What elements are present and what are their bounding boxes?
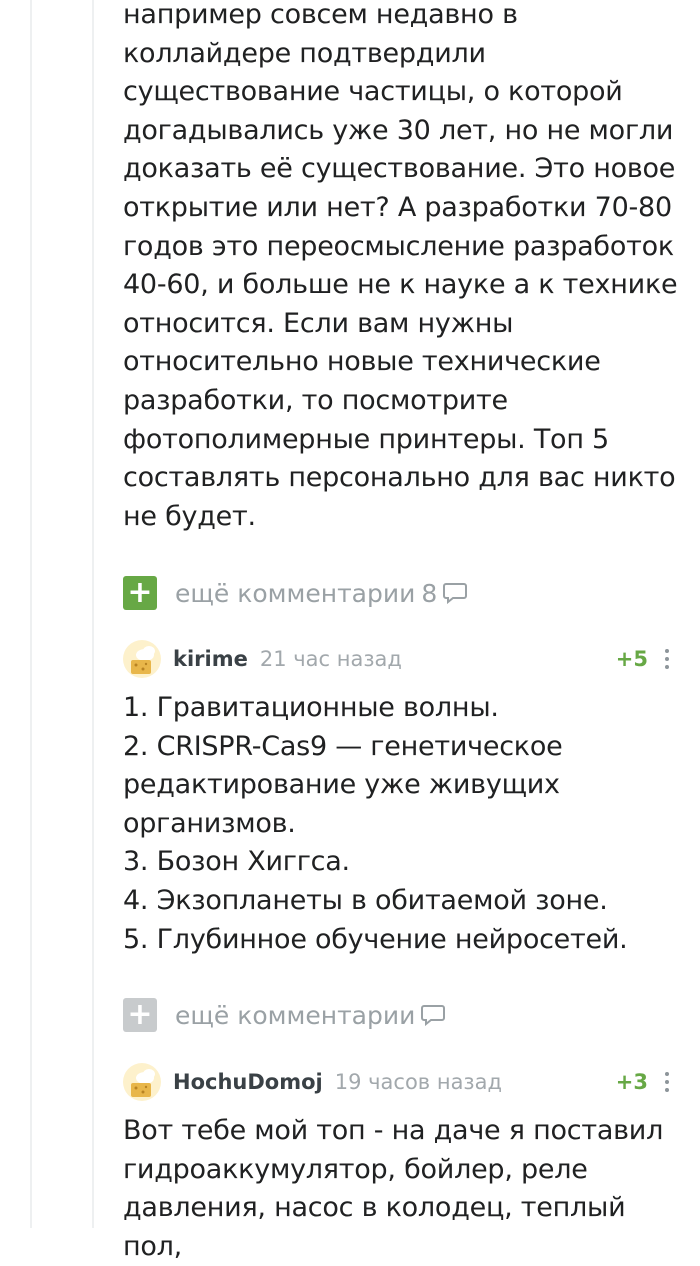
- comment-header: kirime 21 час назад +5: [123, 639, 670, 679]
- user-avatar[interactable]: [123, 1063, 161, 1101]
- comment-time: 19 часов назад: [334, 1070, 502, 1094]
- comment-body: например совсем недавно в коллайдере под…: [123, 0, 678, 532]
- more-comments-link[interactable]: ещё комментарии: [175, 1000, 446, 1030]
- comment-time: 21 час назад: [259, 647, 402, 671]
- thread-line-outer: [30, 0, 32, 1228]
- more-comments-label: ещё комментарии: [175, 1000, 416, 1030]
- more-comments-label: ещё комментарии: [175, 578, 416, 608]
- speech-bubble-icon: [421, 1004, 446, 1026]
- comment-body: Вот тебе мой топ - на даче я поставил ги…: [123, 1115, 664, 1262]
- expand-plus-button[interactable]: +: [123, 576, 157, 610]
- username[interactable]: kirime: [173, 647, 248, 671]
- more-comments-row[interactable]: + ещё комментарии: [123, 998, 446, 1032]
- comment-body: 1. Гравитационные волны. 2. CRISPR-Cas9 …: [123, 692, 628, 955]
- user-avatar[interactable]: [123, 640, 161, 678]
- comment-header: HochuDomoj 19 часов назад +3: [123, 1062, 670, 1102]
- more-comments-link[interactable]: ещё комментарии 8: [175, 578, 468, 608]
- thread-line-inner: [92, 0, 94, 1228]
- more-options-icon[interactable]: [664, 649, 670, 669]
- more-comments-row[interactable]: + ещё комментарии 8: [123, 576, 468, 610]
- comment-rating: +3: [615, 1070, 648, 1094]
- more-comments-count: 8: [421, 578, 438, 608]
- comment-rating: +5: [615, 647, 648, 671]
- more-options-icon[interactable]: [664, 1072, 670, 1092]
- username[interactable]: HochuDomoj: [173, 1070, 323, 1094]
- speech-bubble-icon: [443, 582, 468, 604]
- expand-plus-button[interactable]: +: [123, 998, 157, 1032]
